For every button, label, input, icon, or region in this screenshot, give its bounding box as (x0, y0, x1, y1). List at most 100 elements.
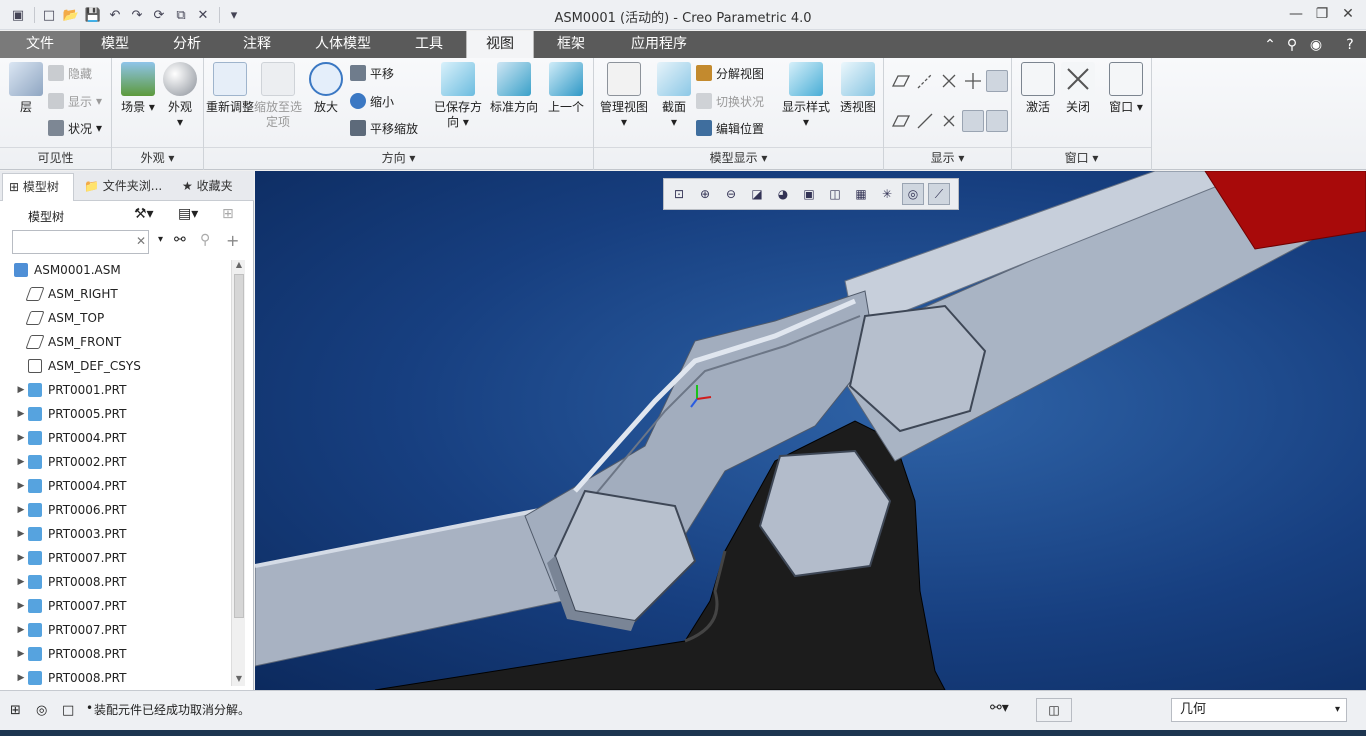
tree-item[interactable]: ASM_TOP (0, 306, 230, 330)
find-icon[interactable]: ⚯▾ (990, 700, 1009, 716)
tree-item[interactable]: ▶ PRT0001.PRT (0, 378, 230, 402)
refit-button[interactable]: 重新调整 (204, 62, 256, 115)
tree-item[interactable]: ▶ PRT0008.PRT (0, 570, 230, 594)
pan-button[interactable]: 平移 (350, 62, 394, 84)
expand-arrow-icon[interactable]: ▶ (14, 529, 28, 539)
search-icon[interactable]: ⚲ (1282, 35, 1302, 55)
tree-item[interactable]: ▶ PRT0007.PRT (0, 618, 230, 642)
add-icon[interactable]: + (226, 231, 239, 250)
window-button[interactable]: 窗口 ▾ (1100, 62, 1152, 115)
toggle-status-button[interactable]: 切换状况 (696, 90, 764, 112)
group-label-show[interactable]: 显示 ▾ (884, 149, 1011, 166)
section-button[interactable]: 截面 ▾ (648, 62, 700, 130)
csys-tag-icon[interactable] (962, 110, 984, 132)
point-display-icon[interactable] (938, 70, 960, 92)
plane-display-icon[interactable] (890, 70, 912, 92)
expand-arrow-icon[interactable]: ▶ (14, 385, 28, 395)
previous-button[interactable]: 上一个 (540, 62, 592, 115)
expand-arrow-icon[interactable]: ▶ (14, 481, 28, 491)
tab-tools[interactable]: 工具 (398, 31, 460, 58)
zoom-selected-button[interactable]: 缩放至选定项 (252, 62, 304, 130)
tree-item[interactable]: ▶ PRT0004.PRT (0, 474, 230, 498)
tab-model[interactable]: 模型 (84, 31, 146, 58)
plane-tag-icon[interactable] (890, 110, 912, 132)
expand-arrow-icon[interactable]: ▶ (14, 601, 28, 611)
tab-view[interactable]: 视图 (466, 31, 534, 58)
navigator-toggle-icon[interactable]: ⊞ (10, 703, 21, 718)
selection-filter-select[interactable]: 几何 ▾ (1171, 698, 1347, 722)
scroll-up-icon[interactable]: ▲ (232, 260, 246, 272)
minimize-button[interactable]: — (1282, 3, 1310, 25)
expand-arrow-icon[interactable]: ▶ (14, 409, 28, 419)
saved-orientations-icon[interactable]: ◕ (772, 183, 794, 205)
tree-item[interactable]: ▶ PRT0007.PRT (0, 546, 230, 570)
tab-model-tree[interactable]: ⊞ 模型树 (2, 173, 74, 201)
tree-item[interactable]: ▶ PRT0008.PRT (0, 666, 230, 690)
refit-icon[interactable]: ⊡ (668, 183, 690, 205)
tab-file[interactable]: 文件 (0, 31, 80, 58)
group-label-appearance[interactable]: 外观 ▾ (112, 149, 203, 166)
tree-item[interactable]: ▶ PRT0005.PRT (0, 402, 230, 426)
annotation-display-icon[interactable] (986, 110, 1008, 132)
section-icon[interactable]: ◫ (824, 183, 846, 205)
expand-arrow-icon[interactable]: ▶ (14, 577, 28, 587)
tree-item[interactable]: ASM_RIGHT (0, 282, 230, 306)
close-button[interactable]: ✕ (1334, 3, 1362, 25)
expand-arrow-icon[interactable]: ▶ (14, 625, 28, 635)
axis-tag-icon[interactable] (914, 110, 936, 132)
tree-filter-icon[interactable]: ⊞ (222, 206, 234, 222)
clear-search-icon[interactable]: ✕ (136, 234, 146, 248)
saved-orientations-button[interactable]: 已保存方向 ▾ (432, 62, 484, 130)
selection-buffer-icon[interactable]: ◫ (1036, 698, 1072, 722)
repaint-icon[interactable]: ◪ (746, 183, 768, 205)
help-icon[interactable]: ? (1340, 35, 1360, 55)
tab-framework[interactable]: 框架 (540, 31, 602, 58)
expand-arrow-icon[interactable]: ▶ (14, 433, 28, 443)
tree-item[interactable]: ASM_DEF_CSYS (0, 354, 230, 378)
scroll-thumb[interactable] (234, 274, 244, 618)
explode-view-button[interactable]: 分解视图 (696, 62, 764, 84)
tree-item[interactable]: ▶ PRT0008.PRT (0, 642, 230, 666)
tree-item[interactable]: ▶ PRT0006.PRT (0, 498, 230, 522)
status-button[interactable]: 状况 ▾ (48, 117, 102, 139)
tree-item[interactable]: ▶ PRT0007.PRT (0, 594, 230, 618)
appearance-button[interactable]: 外观 ▾ (154, 62, 206, 130)
tab-manikin[interactable]: 人体模型 (300, 31, 386, 58)
tree-item[interactable]: ▶ PRT0004.PRT (0, 426, 230, 450)
spin-center-icon[interactable]: ◎ (902, 183, 924, 205)
graphics-viewport[interactable]: ⊡ ⊕ ⊖ ◪ ◕ ▣ ◫ ▦ ✳ ◎ ⟋ (255, 171, 1366, 690)
tab-applications[interactable]: 应用程序 (612, 31, 706, 58)
show-button[interactable]: 显示 ▾ (48, 90, 102, 112)
tree-settings-icon[interactable]: ⚒▾ (134, 206, 154, 222)
point-tag-icon[interactable] (938, 110, 960, 132)
zoom-in-button[interactable]: 放大 (300, 62, 352, 115)
group-label-model-display[interactable]: 模型显示 ▾ (594, 149, 883, 166)
display-style-button[interactable]: 显示样式 ▾ (780, 62, 832, 130)
perspective-button[interactable]: 透视图 (832, 62, 884, 115)
tree-scrollbar[interactable]: ▲ ▼ (231, 260, 245, 686)
tab-analysis[interactable]: 分析 (156, 31, 218, 58)
standard-orientation-button[interactable]: 标准方向 (488, 62, 540, 115)
tab-folder-browser[interactable]: 📁 文件夹浏... (78, 173, 170, 201)
spin-center-icon[interactable] (986, 70, 1008, 92)
filter-icon[interactable]: ⚲ (200, 232, 210, 248)
zoom-out-button[interactable]: 缩小 (350, 90, 394, 112)
csys-display-icon[interactable] (962, 70, 984, 92)
tree-item[interactable]: ASM_FRONT (0, 330, 230, 354)
restore-button[interactable]: ❐ (1308, 3, 1336, 25)
collapse-ribbon-icon[interactable]: ⌃ (1260, 35, 1280, 55)
hex-nut-1[interactable] (553, 489, 697, 623)
tab-annotate[interactable]: 注释 (226, 31, 288, 58)
zoom-in-icon[interactable]: ⊕ (694, 183, 716, 205)
axis-display-icon[interactable] (914, 70, 936, 92)
pan-zoom-button[interactable]: 平移缩放 (350, 117, 418, 139)
layer-button[interactable]: 层 (0, 62, 52, 115)
manage-views-icon[interactable]: ▦ (850, 183, 872, 205)
zoom-out-icon[interactable]: ⊖ (720, 183, 742, 205)
display-style-icon[interactable]: ▣ (798, 183, 820, 205)
annotation-display-icon[interactable]: ⟋ (928, 183, 950, 205)
expand-arrow-icon[interactable]: ▶ (14, 673, 28, 683)
group-label-orientation[interactable]: 方向 ▾ (204, 149, 593, 166)
tree-columns-icon[interactable]: ▤▾ (178, 206, 198, 222)
tree-item[interactable]: ASM0001.ASM (0, 258, 230, 282)
